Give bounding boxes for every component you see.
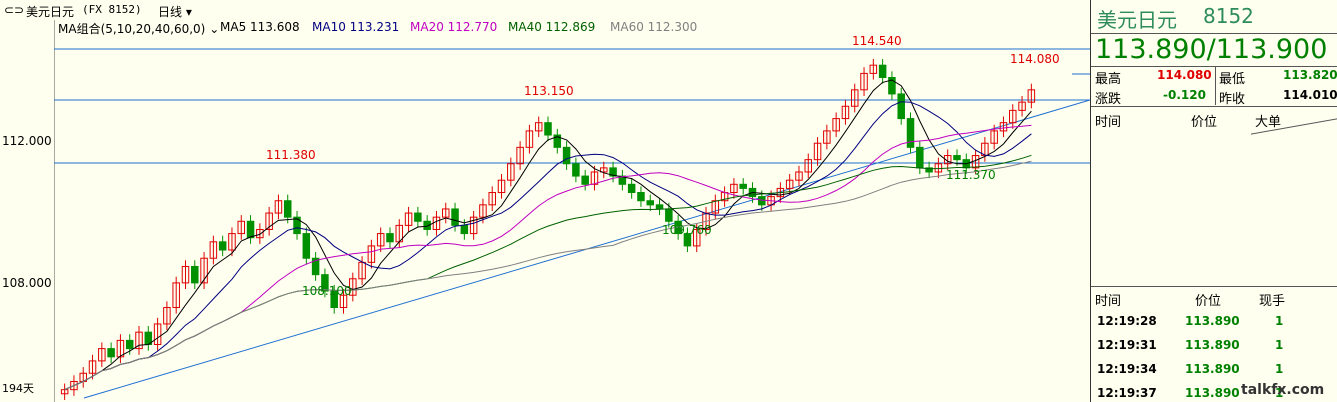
tick-header-volume: 现手 [1259,294,1286,309]
candle-body [107,348,115,358]
candle-body [414,212,422,222]
high-label: 最高 [1095,72,1122,87]
big-order-header-size: 大单 [1255,115,1282,130]
tick-volume: 1 [1275,314,1284,328]
annotation-109760: 109.760 [662,223,712,237]
candle-body [293,216,301,235]
candle-body [283,200,292,218]
low-label: 最低 [1219,72,1246,87]
tick-label: 108.000 [2,276,52,290]
annotation-108100: 108.100 [302,284,352,298]
candle-body [246,220,255,239]
candles-group [60,59,1036,400]
candle-body [218,241,227,251]
change-label: 涨跌 [1095,92,1122,107]
tick-price: 113.890 [1185,338,1240,352]
chart-header: ⊂⊃ 美元日元 (FX 8152) 日线 ▾ [0,0,1089,20]
high-value: 114.080 [1157,68,1212,82]
quote-panel: 美元日元 8152 113.890/113.900 最高 114.080 最低 … [1090,0,1337,402]
candle-body [460,224,469,235]
candle-body [572,163,580,177]
candle-body [191,265,199,284]
tick-time: 12:19:31 [1097,338,1157,352]
candle-body [581,175,589,185]
chart-area[interactable]: 111.380 108.100 113.150 109.760 114.540 … [54,20,1090,402]
tick-price: 113.890 [1185,386,1240,400]
candle-body [739,183,747,189]
candle-body [878,64,887,79]
tick-time: 12:19:34 [1097,362,1157,376]
candle-body [655,204,664,210]
period-label: 日线 [158,5,183,19]
annotation-111380: 111.380 [266,148,316,162]
tick-price: 113.890 [1185,314,1240,328]
candle-body [386,233,394,243]
symbol-code: (FX 8152) [82,3,142,16]
price-axis: 112.000 108.000 194天 [0,20,54,402]
tick-volume: 1 [1275,338,1284,352]
candle-body [302,233,311,259]
ma60-line [64,160,1032,391]
tick-time: 12:19:37 [1097,386,1157,400]
annotation-114080: 114.080 [1010,52,1060,66]
divider [1215,67,1216,105]
period-selector[interactable]: 日线 ▾ [158,3,192,20]
divider [1091,66,1337,67]
bars-count-label: 194天 [2,382,34,395]
chevron-down-icon: ▾ [185,5,192,19]
annotation-113150: 113.150 [524,84,574,98]
candle-body [627,183,636,194]
prev-close-label: 昨收 [1219,92,1246,107]
tick-time: 12:19:28 [1097,314,1157,328]
prev-close-value: 114.010 [1283,88,1337,102]
candle-body [953,155,961,161]
tick-label: 112.000 [2,134,52,148]
candle-body [897,93,905,120]
candle-body [637,192,645,202]
candlestick-chart[interactable] [54,20,1090,402]
candle-body [906,118,915,148]
tick-header-price: 价位 [1195,294,1222,309]
low-value: 113.820 [1283,68,1337,82]
divider [1091,286,1337,287]
big-order-header-price: 价位 [1191,115,1218,130]
candle-body [665,208,673,222]
candle-body [916,146,924,169]
candle-body [125,339,134,350]
change-value: -0.120 [1163,88,1206,102]
divider [1091,106,1337,107]
panel-symbol-name: 美元日元 [1097,8,1177,32]
annotation-111370: 111.370 [946,168,996,182]
tick-volume: 1 [1275,362,1284,376]
candle-body [544,122,552,136]
panel-symbol-code: 8152 [1203,4,1254,28]
watermark: talkfx.com [1241,382,1325,398]
annotation-114540: 114.540 [852,34,902,48]
candle-body [451,208,459,226]
symbol-label: 美元日元 [26,5,75,19]
link-icon: ⊂⊃ [4,3,25,17]
tick-price: 113.890 [1185,362,1240,376]
big-order-header-time: 时间 [1095,115,1122,130]
candle-body [562,146,571,165]
panel-price: 113.890/113.900 [1095,34,1328,65]
tick-header-time: 时间 [1095,294,1122,309]
candle-body [646,200,655,206]
